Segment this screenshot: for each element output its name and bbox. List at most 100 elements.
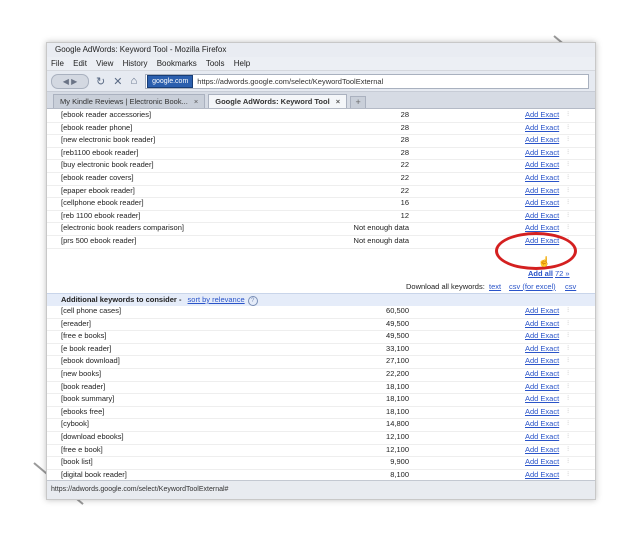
more-options-icon[interactable]: ⁝ — [567, 172, 569, 185]
download-text-link[interactable]: text — [489, 280, 501, 293]
more-options-icon[interactable]: ⁝ — [567, 134, 569, 147]
more-options-icon[interactable]: ⁝ — [567, 330, 569, 343]
search-volume-cell: 28 — [400, 122, 409, 132]
keyword-cell: [new books] — [61, 369, 102, 378]
more-options-icon[interactable]: ⁝ — [567, 147, 569, 160]
more-options-icon[interactable]: ⁝ — [567, 210, 569, 223]
more-options-icon[interactable]: ⁝ — [567, 431, 569, 444]
keyword-cell: [buy electronic book reader] — [61, 160, 154, 170]
site-identity-badge[interactable]: google.com — [147, 74, 194, 88]
add-exact-link[interactable]: Add Exact — [525, 147, 559, 160]
table-row: [e book reader] 33,100 Add Exact ⁝ — [47, 343, 595, 357]
add-exact-link[interactable]: Add Exact — [525, 456, 559, 469]
close-tab-icon[interactable]: × — [194, 97, 198, 106]
url-bar[interactable]: google.com https://adwords.google.com/se… — [145, 73, 589, 89]
more-options-icon[interactable]: ⁝ — [567, 222, 569, 235]
keyword-cell: [ebook download] — [61, 356, 120, 366]
add-exact-link[interactable]: Add Exact — [525, 134, 559, 147]
more-options-icon[interactable]: ⁝ — [567, 444, 569, 457]
add-exact-link[interactable]: Add Exact — [525, 431, 559, 444]
more-options-icon[interactable]: ⁝ — [567, 159, 569, 172]
search-volume-cell: 49,500 — [386, 318, 409, 328]
search-volume-cell: 12 — [400, 210, 409, 220]
add-exact-link[interactable]: Add Exact — [525, 355, 559, 368]
search-volume-cell: 22 — [400, 160, 409, 170]
sort-by-relevance-link[interactable]: sort by relevance — [188, 295, 245, 304]
status-bar: https://adwords.google.com/select/Keywor… — [47, 480, 595, 499]
menu-bookmarks[interactable]: Bookmarks — [157, 59, 197, 68]
table-row: [download ebooks] 12,100 Add Exact ⁝ — [47, 431, 595, 445]
more-options-icon[interactable]: ⁝ — [567, 197, 569, 210]
more-options-icon[interactable]: ⁝ — [567, 381, 569, 394]
table-row: [cell phone cases] 60,500 Add Exact ⁝ — [47, 305, 595, 319]
url-text[interactable]: https://adwords.google.com/select/Keywor… — [197, 77, 383, 86]
add-exact-link[interactable]: Add Exact — [525, 330, 559, 343]
more-options-icon[interactable]: ⁝ — [567, 418, 569, 431]
menu-tools[interactable]: Tools — [206, 59, 225, 68]
home-icon[interactable]: ⌂ — [130, 75, 137, 87]
new-tab-button[interactable]: + — [350, 96, 367, 108]
add-exact-link[interactable]: Add Exact — [525, 393, 559, 406]
more-options-icon[interactable]: ⁝ — [567, 406, 569, 419]
add-exact-link[interactable]: Add Exact — [525, 418, 559, 431]
stop-icon[interactable]: ✕ — [113, 75, 122, 88]
add-exact-link[interactable]: Add Exact — [525, 197, 559, 210]
table-row: [free e book] 12,100 Add Exact ⁝ — [47, 444, 595, 458]
download-row: Download all keywords: text csv (for exc… — [47, 280, 595, 293]
add-exact-link[interactable]: Add Exact — [525, 343, 559, 356]
more-options-icon[interactable]: ⁝ — [567, 456, 569, 469]
navigation-toolbar: ◀ ▶ ↻ ✕ ⌂ google.com https://adwords.goo… — [47, 71, 595, 92]
add-exact-link[interactable]: Add Exact — [525, 185, 559, 198]
menu-view[interactable]: View — [96, 59, 113, 68]
tab-kindle-reviews[interactable]: My Kindle Reviews | Electronic Book... × — [53, 94, 206, 108]
table-row: [book summary] 18,100 Add Exact ⁝ — [47, 393, 595, 407]
reload-icon[interactable]: ↻ — [96, 75, 105, 88]
more-options-icon[interactable]: ⁝ — [567, 185, 569, 198]
add-exact-link[interactable]: Add Exact — [525, 210, 559, 223]
menu-file[interactable]: File — [51, 59, 64, 68]
more-options-icon[interactable]: ⁝ — [567, 122, 569, 135]
table-row: [electronic book readers comparison] Not … — [47, 222, 595, 236]
more-options-icon[interactable]: ⁝ — [567, 305, 569, 318]
menu-help[interactable]: Help — [234, 59, 250, 68]
keyword-cell: [ebooks free] — [61, 406, 105, 416]
search-volume-cell: 28 — [400, 135, 409, 145]
add-exact-link[interactable]: Add Exact — [525, 381, 559, 394]
table-row: [new books] 22,200 Add Exact ⁝ — [47, 368, 595, 382]
keyword-cell: [ebook reader phone] — [61, 122, 133, 132]
table-row: [book list] 9,900 Add Exact ⁝ — [47, 456, 595, 470]
add-exact-link[interactable]: Add Exact — [525, 159, 559, 172]
more-options-icon[interactable]: ⁝ — [567, 343, 569, 356]
add-exact-link[interactable]: Add Exact — [525, 318, 559, 331]
more-options-icon[interactable]: ⁝ — [567, 318, 569, 331]
tab-label: My Kindle Reviews | Electronic Book... — [60, 97, 188, 106]
download-csv-excel-link[interactable]: csv (for excel) — [509, 280, 556, 293]
add-exact-link[interactable]: Add Exact — [525, 109, 559, 122]
add-all-count-link[interactable]: 72 » — [555, 267, 570, 280]
tab-adwords-keyword-tool[interactable]: Google AdWords: Keyword Tool × — [208, 94, 348, 108]
download-csv-link[interactable]: csv — [565, 280, 576, 293]
add-exact-link[interactable]: Add Exact — [525, 444, 559, 457]
more-options-icon[interactable]: ⁝ — [567, 109, 569, 122]
more-options-icon[interactable]: ⁝ — [567, 355, 569, 368]
search-volume-cell: 60,500 — [386, 306, 409, 315]
search-volume-cell: 18,100 — [386, 381, 409, 391]
highlight-circle — [495, 232, 577, 270]
keyword-cell: [ebook reader accessories] — [61, 110, 152, 119]
add-exact-link[interactable]: Add Exact — [525, 368, 559, 381]
add-exact-link[interactable]: Add Exact — [525, 305, 559, 318]
close-tab-icon[interactable]: × — [336, 97, 340, 106]
search-volume-cell: 18,100 — [386, 406, 409, 416]
more-options-icon[interactable]: ⁝ — [567, 368, 569, 381]
menu-history[interactable]: History — [123, 59, 148, 68]
more-options-icon[interactable]: ⁝ — [567, 393, 569, 406]
table-row: [epaper ebook reader] 22 Add Exact ⁝ — [47, 185, 595, 199]
add-exact-link[interactable]: Add Exact — [525, 406, 559, 419]
add-exact-link[interactable]: Add Exact — [525, 172, 559, 185]
search-volume-cell: 9,900 — [390, 457, 409, 467]
add-exact-link[interactable]: Add Exact — [525, 122, 559, 135]
menu-edit[interactable]: Edit — [73, 59, 87, 68]
back-forward-button[interactable]: ◀ ▶ — [51, 73, 89, 89]
section-title: Additional keywords to consider — [61, 295, 177, 304]
keyword-cell: [book list] — [61, 457, 93, 467]
